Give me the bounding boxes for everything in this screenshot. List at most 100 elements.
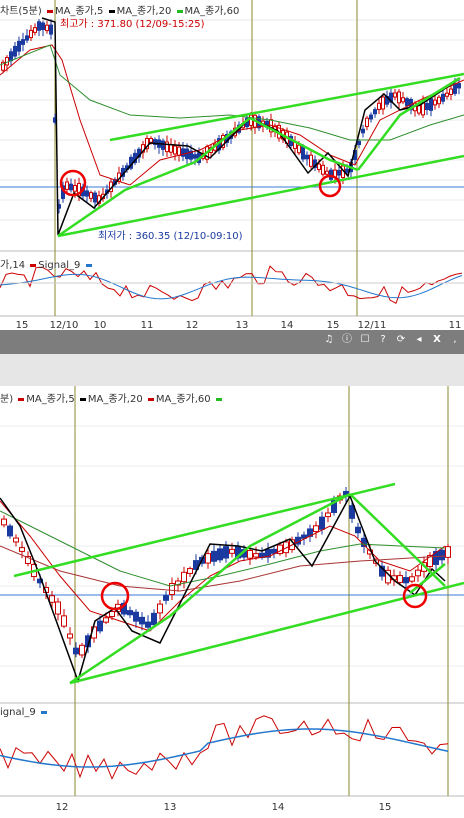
close-icon[interactable]: X <box>430 333 444 347</box>
bot-candle <box>355 526 361 534</box>
low-price-label: 최저가 : 360.35 (12/10-09:10) <box>98 231 243 242</box>
bot-candle <box>445 546 451 558</box>
top-candle <box>417 105 421 114</box>
bot-trend-inner-a <box>69 492 351 685</box>
top-candle <box>93 192 97 203</box>
bottom-chart-panel[interactable]: 12 13 14 15 분) MA_종가,5 MA_종가,20 MA_종가,60 ig… <box>0 386 464 818</box>
more-icon[interactable]: , <box>448 333 462 347</box>
bot-macd-line <box>0 715 449 780</box>
top-candle <box>149 138 153 143</box>
bot-candle <box>409 576 415 582</box>
bot-candle <box>19 547 25 552</box>
checkbox-icon[interactable]: ☐ <box>358 333 372 347</box>
bot-candle <box>163 595 169 601</box>
top-chart-title: 차트(5분) <box>0 6 42 17</box>
top-candle <box>373 109 377 115</box>
top-x-tick: 12/10 <box>50 320 79 330</box>
bot-zigzag-line <box>0 494 446 684</box>
bot-candle <box>217 548 223 561</box>
top-x-tick: 11 <box>449 320 462 330</box>
bot-candle <box>79 644 85 656</box>
bot-candle <box>439 549 445 561</box>
bot-candle <box>403 577 409 584</box>
top-candle <box>49 24 53 35</box>
top-candle <box>337 169 341 176</box>
top-candle <box>309 154 313 167</box>
bot-candle <box>13 537 19 543</box>
top-signal-line <box>0 273 463 300</box>
top-candle <box>33 27 37 33</box>
top-candle <box>177 146 181 157</box>
bot-candle <box>55 601 61 615</box>
top-candle <box>21 39 25 45</box>
arrow-left-icon[interactable]: ◂ <box>412 333 426 347</box>
bot-candle <box>67 633 73 639</box>
chart-toolbar: ♫ ⓘ ☐ ? ⟳ ◂ X , <box>0 330 464 354</box>
bot-candle <box>73 647 79 655</box>
bot-candle <box>253 553 259 558</box>
bot-candle <box>325 512 331 518</box>
top-candle <box>161 140 165 150</box>
top-candle <box>361 128 365 134</box>
headset-icon[interactable]: ♫ <box>322 333 336 347</box>
bot-candle <box>223 546 229 559</box>
refresh-icon[interactable]: ⟳ <box>394 333 408 347</box>
bot-candle <box>415 569 421 577</box>
top-candle <box>13 45 17 57</box>
bot-candle <box>7 525 13 537</box>
bot-candle <box>181 571 187 583</box>
bot-x-tick: 13 <box>164 802 177 813</box>
top-chart-panel[interactable]: 15 12/10 10 11 12 13 14 15 12/11 11 차트(5분) MA_종가,… <box>0 0 464 330</box>
bot-candle <box>97 620 103 632</box>
bot-candle <box>1 518 7 526</box>
top-candle <box>9 51 13 62</box>
bottom-chart-title: 분) <box>0 394 14 405</box>
top-candle <box>73 184 77 192</box>
top-x-tick: 13 <box>236 320 249 330</box>
top-candle <box>369 114 373 120</box>
top-x-tick: 12/11 <box>358 320 387 330</box>
top-candle <box>405 98 409 107</box>
bot-candle <box>313 525 319 533</box>
top-candle <box>453 83 457 94</box>
b-ma20-swatch <box>79 397 86 401</box>
top-candle <box>29 29 33 39</box>
top-candle <box>69 183 73 191</box>
ma60-swatch <box>176 9 183 13</box>
top-zigzag-line <box>41 17 459 236</box>
top-x-tick: 11 <box>141 320 154 330</box>
top-candle <box>397 91 401 104</box>
bot-candle <box>211 550 217 562</box>
top-candle <box>401 97 405 103</box>
top-candle <box>317 163 321 170</box>
top-candle <box>365 117 369 127</box>
b-ma60-swatch <box>147 397 154 401</box>
bot-candle <box>187 568 193 574</box>
bot-candle <box>397 575 403 583</box>
bot-candle <box>229 548 235 554</box>
top-candle <box>377 102 381 110</box>
top-candle <box>25 35 29 41</box>
top-candle <box>449 88 453 95</box>
top-candle <box>381 96 385 110</box>
help-icon[interactable]: ? <box>376 333 390 347</box>
info-icon[interactable]: ⓘ <box>340 333 354 347</box>
top-chart-svg: 15 12/10 10 11 12 13 14 15 12/11 11 <box>0 0 464 330</box>
bot-candle <box>61 615 67 627</box>
top-candle <box>437 96 441 105</box>
top-candle <box>321 164 325 175</box>
top-candle <box>325 170 329 175</box>
top-candle <box>17 40 21 52</box>
top-candle <box>45 24 49 32</box>
ma5-swatch <box>46 9 53 13</box>
top-candle <box>89 192 93 199</box>
top-candle <box>37 21 41 31</box>
b-signal-swatch <box>40 710 47 714</box>
bot-candle <box>109 610 115 618</box>
top-candle <box>165 141 169 153</box>
bot-candle <box>151 612 157 626</box>
top-candle <box>441 93 445 102</box>
bot-candle <box>145 621 151 628</box>
bottom-legend-ma20: MA_종가,20 <box>87 394 143 405</box>
bottom-chart-svg: 12 13 14 15 <box>0 386 464 813</box>
